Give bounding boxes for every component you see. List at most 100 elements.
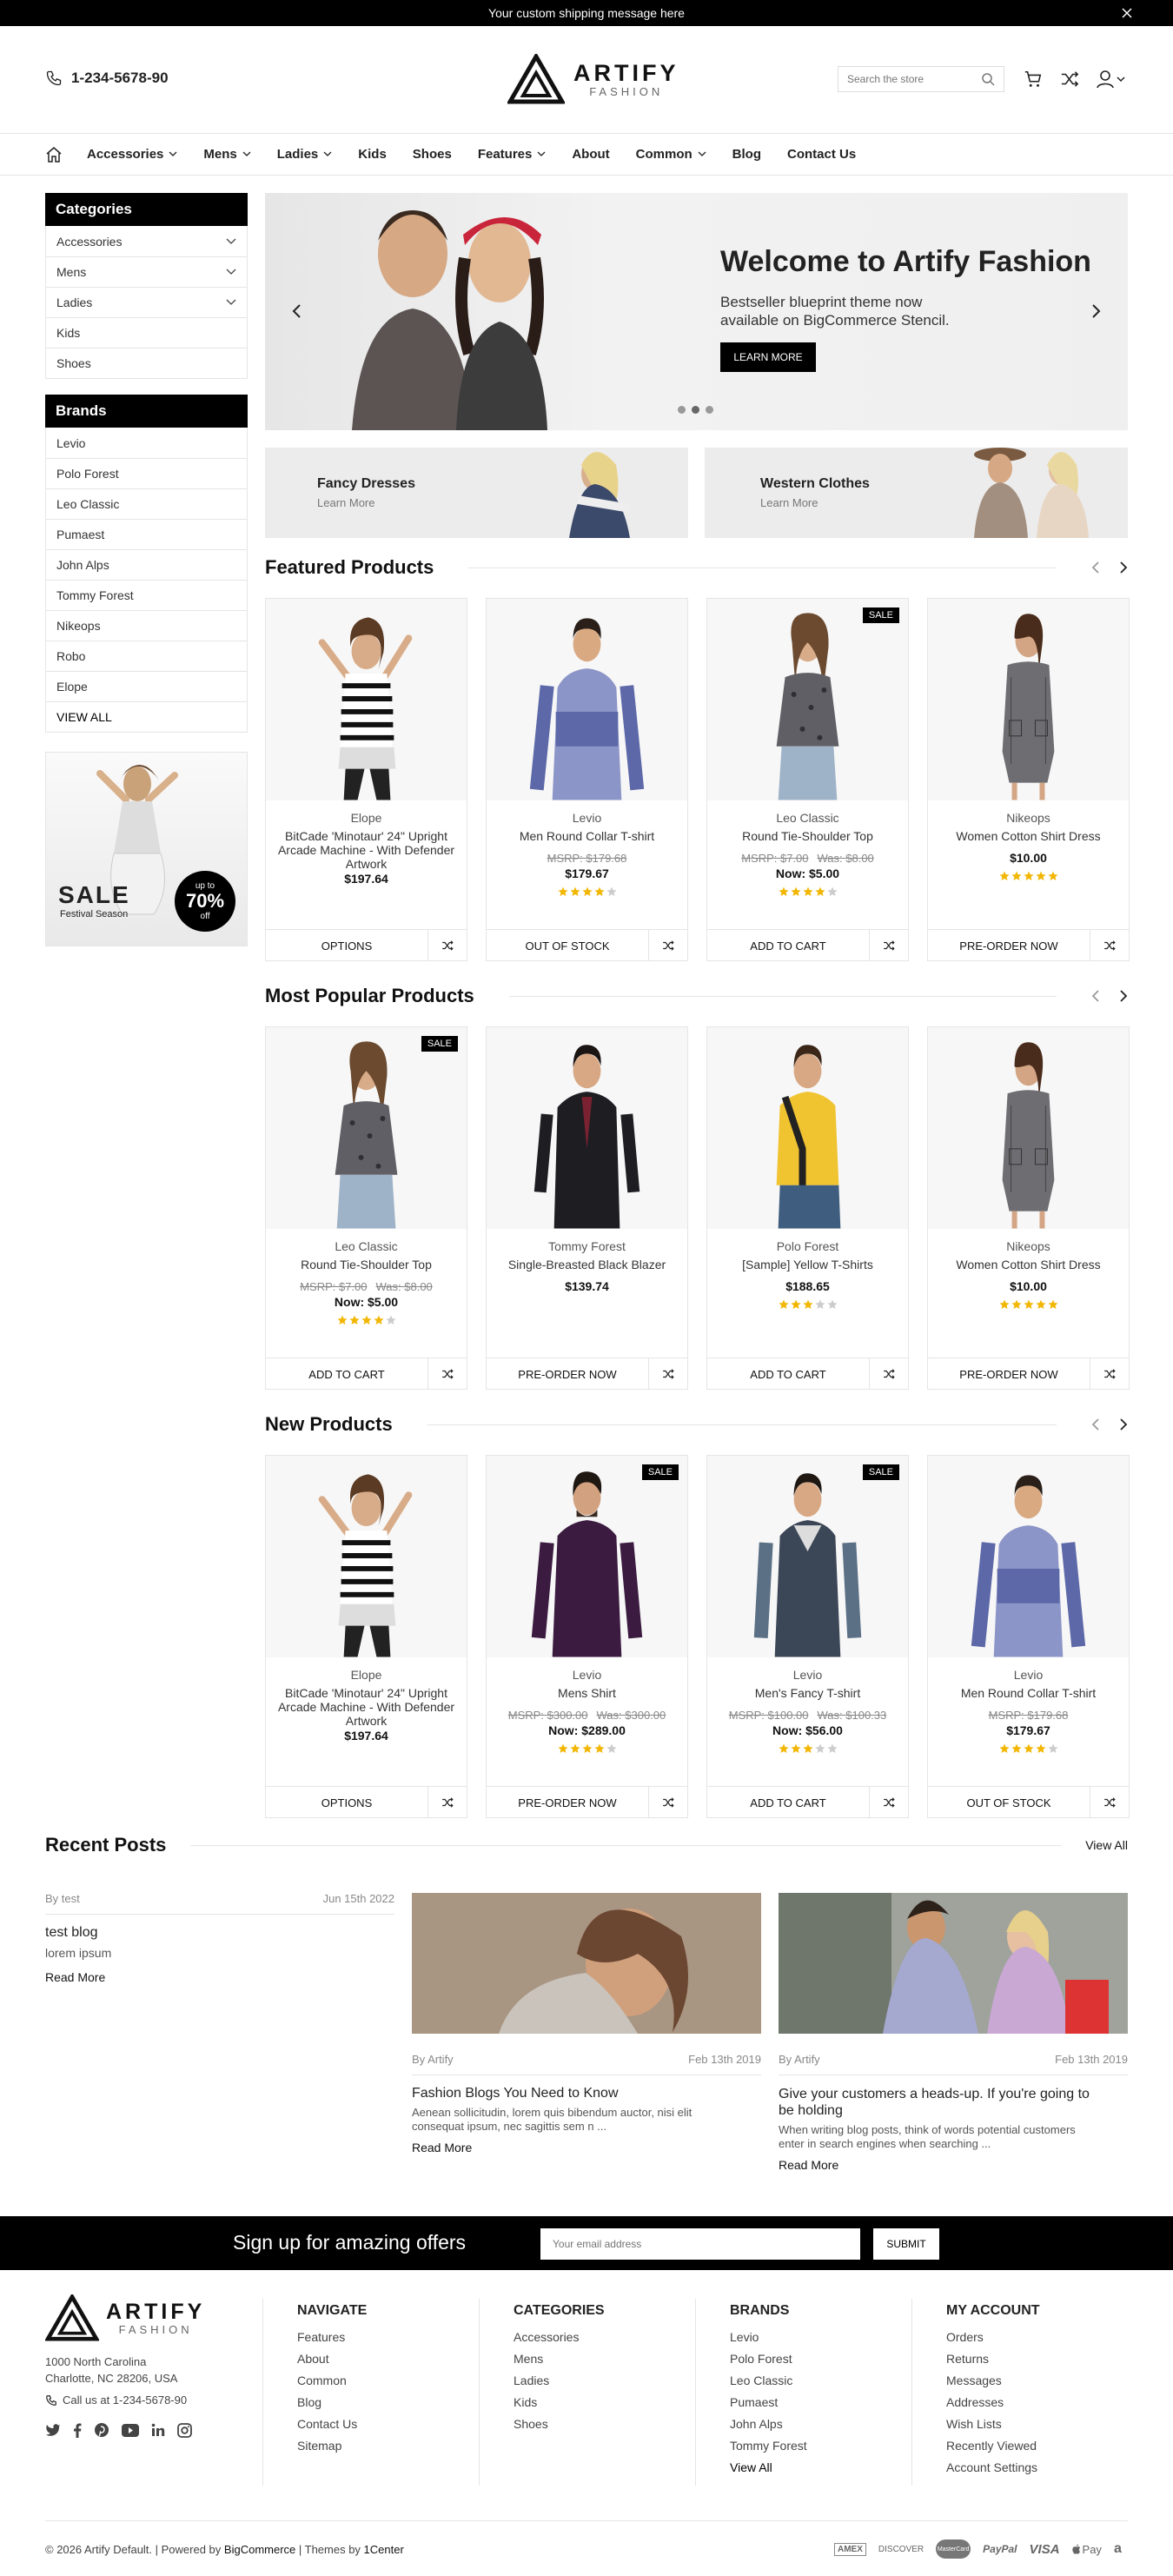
product-brand[interactable]: Elope bbox=[266, 811, 467, 825]
nav-item[interactable]: Accessories bbox=[87, 147, 177, 162]
search-input[interactable] bbox=[847, 73, 981, 85]
footer-link[interactable]: Kids bbox=[514, 2396, 687, 2409]
product-card[interactable]: Tommy Forest Single-Breasted Black Blazer… bbox=[486, 1026, 688, 1390]
product-image[interactable] bbox=[928, 1027, 1129, 1229]
product-action-button[interactable]: PRE-ORDER NOW bbox=[928, 1358, 1090, 1390]
product-name[interactable]: BitCade 'Minotaur' 24" Upright Arcade Ma… bbox=[275, 829, 458, 871]
footer-link[interactable]: Tommy Forest bbox=[730, 2440, 904, 2453]
linkedin-icon[interactable] bbox=[151, 2423, 165, 2437]
carousel-prev-icon[interactable] bbox=[1091, 1417, 1100, 1431]
product-card[interactable]: SALE Leo Classic Round Tie-Shoulder Top MSR… bbox=[706, 598, 909, 961]
slider-dot[interactable] bbox=[706, 406, 713, 414]
post-image[interactable] bbox=[779, 1893, 1128, 2034]
product-action-button[interactable]: ADD TO CART bbox=[266, 1358, 428, 1390]
product-image[interactable] bbox=[266, 599, 467, 800]
product-image[interactable] bbox=[266, 1456, 467, 1657]
brand-item[interactable]: Levio bbox=[46, 428, 247, 458]
post-image[interactable] bbox=[412, 1893, 761, 2034]
instagram-icon[interactable] bbox=[177, 2422, 192, 2438]
promo-link[interactable]: Learn More bbox=[317, 496, 374, 509]
category-item[interactable]: Kids bbox=[46, 317, 247, 348]
footer-link[interactable]: Mens bbox=[514, 2353, 687, 2366]
nav-item[interactable]: Blog bbox=[732, 147, 761, 162]
compare-button[interactable] bbox=[1090, 1358, 1129, 1390]
product-action-button[interactable]: ADD TO CART bbox=[707, 1358, 870, 1390]
hero-slider[interactable]: Welcome to Artify Fashion Bestseller blu… bbox=[265, 193, 1128, 430]
category-item[interactable]: Shoes bbox=[46, 348, 247, 378]
product-image[interactable] bbox=[266, 1027, 467, 1229]
footer-link[interactable]: Account Settings bbox=[946, 2461, 1120, 2474]
slider-dot[interactable] bbox=[692, 406, 699, 414]
product-brand[interactable]: Tommy Forest bbox=[487, 1239, 687, 1253]
read-more-link[interactable]: Read More bbox=[412, 2141, 761, 2154]
cart-icon[interactable] bbox=[1024, 70, 1043, 89]
product-brand[interactable]: Levio bbox=[707, 1668, 908, 1682]
nav-item[interactable]: Shoes bbox=[413, 147, 452, 162]
site-logo[interactable]: ARTIFY FASHION bbox=[507, 54, 679, 104]
read-more-link[interactable]: Read More bbox=[45, 1970, 394, 1984]
product-action-button[interactable]: PRE-ORDER NOW bbox=[487, 1358, 649, 1390]
facebook-icon[interactable] bbox=[73, 2422, 82, 2438]
brand-item[interactable]: VIEW ALL bbox=[46, 701, 247, 732]
compare-button[interactable] bbox=[649, 930, 687, 961]
product-name[interactable]: Men's Fancy T-shirt bbox=[716, 1686, 899, 1700]
footer-link[interactable]: About bbox=[297, 2353, 471, 2366]
footer-link[interactable]: Features bbox=[297, 2331, 471, 2344]
product-name[interactable]: Round Tie-Shoulder Top bbox=[275, 1258, 458, 1271]
read-more-link[interactable]: Read More bbox=[779, 2158, 1128, 2172]
product-card[interactable]: Elope BitCade 'Minotaur' 24" Upright Arca… bbox=[265, 1455, 467, 1818]
product-name[interactable]: Men Round Collar T-shirt bbox=[937, 1686, 1120, 1700]
footer-link[interactable]: Addresses bbox=[946, 2396, 1120, 2409]
view-all-link[interactable]: View All bbox=[1085, 1838, 1128, 1852]
compare-button[interactable] bbox=[870, 930, 908, 961]
category-item[interactable]: Ladies bbox=[46, 287, 247, 317]
product-image[interactable] bbox=[928, 599, 1129, 800]
pinterest-icon[interactable] bbox=[94, 2422, 109, 2438]
slider-next-icon[interactable] bbox=[1091, 303, 1102, 319]
footer-link[interactable]: Orders bbox=[946, 2331, 1120, 2344]
compare-button[interactable] bbox=[870, 1358, 908, 1390]
category-item[interactable]: Mens bbox=[46, 256, 247, 287]
product-name[interactable]: Women Cotton Shirt Dress bbox=[937, 829, 1120, 843]
nav-item[interactable]: Common bbox=[636, 147, 706, 162]
footer-link[interactable]: Pumaest bbox=[730, 2396, 904, 2409]
promo-fancy-dresses[interactable]: Fancy Dresses Learn More bbox=[265, 448, 688, 538]
header-phone[interactable]: 1-234-5678-90 bbox=[45, 70, 169, 87]
post-title[interactable]: test blog bbox=[45, 1925, 394, 1941]
search-box[interactable] bbox=[838, 66, 1004, 92]
carousel-next-icon[interactable] bbox=[1119, 561, 1128, 574]
footer-link[interactable]: Ladies bbox=[514, 2374, 687, 2387]
product-brand[interactable]: Nikeops bbox=[928, 811, 1129, 825]
home-icon[interactable] bbox=[45, 146, 63, 163]
product-image[interactable] bbox=[707, 1456, 908, 1657]
nav-item[interactable]: Contact Us bbox=[787, 147, 856, 162]
promo-link[interactable]: Learn More bbox=[760, 496, 818, 509]
product-card[interactable]: Polo Forest [Sample] Yellow T-Shirts $188.… bbox=[706, 1026, 909, 1390]
compare-button[interactable] bbox=[428, 930, 467, 961]
product-image[interactable] bbox=[707, 1027, 908, 1229]
product-name[interactable]: Round Tie-Shoulder Top bbox=[716, 829, 899, 843]
slider-prev-icon[interactable] bbox=[291, 303, 302, 319]
footer-link[interactable]: Wish Lists bbox=[946, 2418, 1120, 2431]
footer-link[interactable]: Accessories bbox=[514, 2331, 687, 2344]
product-image[interactable] bbox=[487, 1456, 687, 1657]
product-action-button[interactable]: OPTIONS bbox=[266, 1787, 428, 1818]
footer-link[interactable]: Shoes bbox=[514, 2418, 687, 2431]
chevron-down-icon[interactable] bbox=[226, 269, 236, 276]
brand-item[interactable]: Polo Forest bbox=[46, 458, 247, 488]
brand-item[interactable]: Tommy Forest bbox=[46, 580, 247, 610]
product-action-button[interactable]: OPTIONS bbox=[266, 930, 428, 961]
product-card[interactable]: SALE Levio Mens Shirt MSRP: $300.00 Was: $30… bbox=[486, 1455, 688, 1818]
product-image[interactable] bbox=[928, 1456, 1129, 1657]
newsletter-submit-button[interactable]: SUBMIT bbox=[873, 2228, 939, 2260]
twitter-icon[interactable] bbox=[45, 2423, 61, 2437]
product-brand[interactable]: Polo Forest bbox=[707, 1239, 908, 1253]
footer-link[interactable]: Polo Forest bbox=[730, 2353, 904, 2366]
product-image[interactable] bbox=[487, 599, 687, 800]
chevron-down-icon[interactable] bbox=[226, 299, 236, 306]
product-action-button[interactable]: PRE-ORDER NOW bbox=[928, 930, 1090, 961]
footer-logo[interactable]: ARTIFY FASHION bbox=[45, 2294, 262, 2341]
product-action-button[interactable]: ADD TO CART bbox=[707, 1787, 870, 1818]
product-action-button[interactable]: PRE-ORDER NOW bbox=[487, 1787, 649, 1818]
compare-button[interactable] bbox=[649, 1787, 687, 1818]
